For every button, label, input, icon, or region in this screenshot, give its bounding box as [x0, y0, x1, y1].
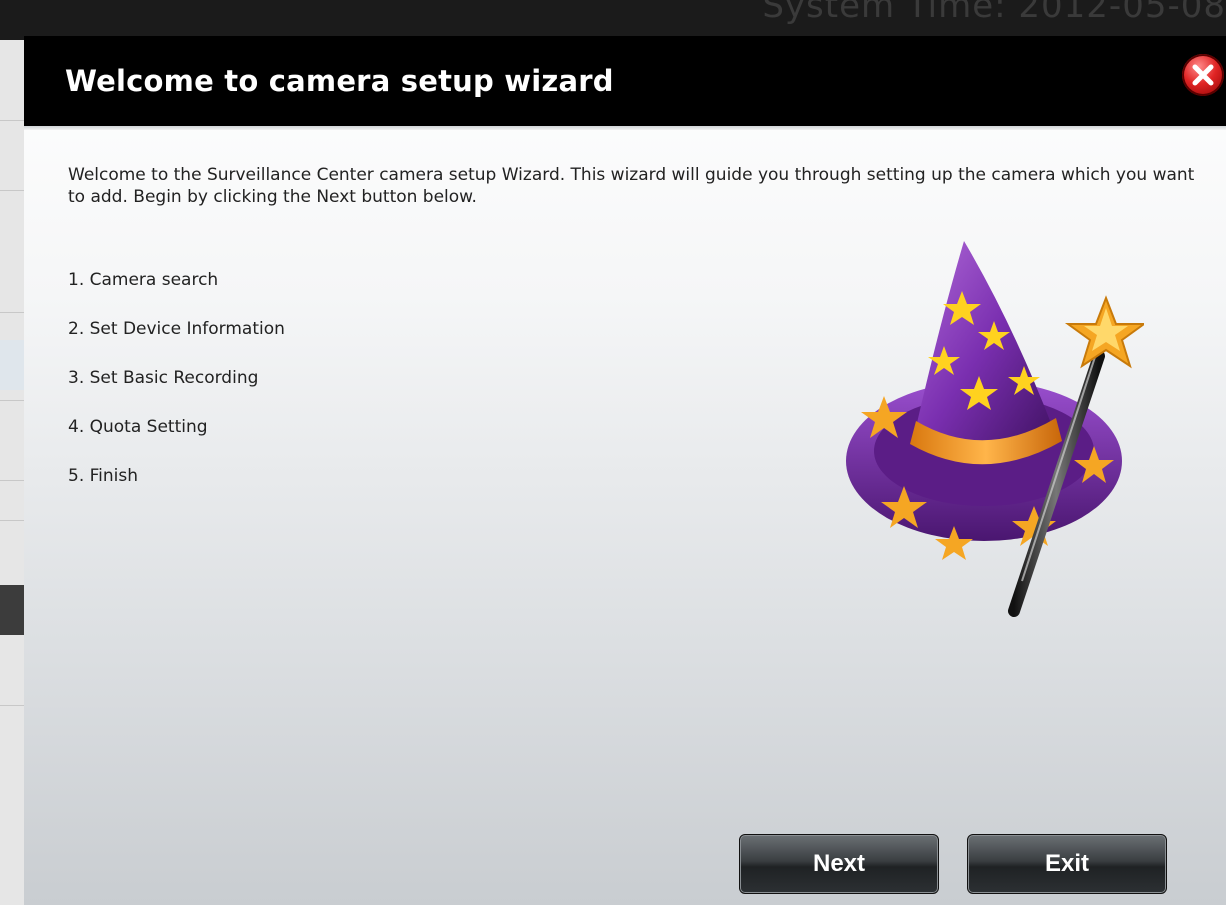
background-sidebar	[0, 40, 27, 905]
steps-list: 1. Camera search 2. Set Device Informati…	[68, 269, 285, 514]
divider	[0, 190, 26, 191]
step-item: 2. Set Device Information	[68, 319, 285, 339]
dialog-header: Welcome to camera setup wizard	[24, 36, 1226, 130]
divider	[0, 312, 26, 313]
background-row	[0, 585, 26, 635]
close-button[interactable]	[1182, 54, 1224, 96]
next-button[interactable]: Next	[739, 834, 939, 894]
step-item: 3. Set Basic Recording	[68, 368, 259, 388]
wizard-hat-wand-icon	[846, 241, 1144, 617]
intro-text: Welcome to the Surveillance Center camer…	[68, 165, 1195, 207]
divider	[0, 705, 26, 706]
step-item: 5. Finish	[68, 466, 139, 486]
step-item: 1. Camera search	[68, 270, 219, 290]
divider	[0, 520, 26, 521]
system-time: System Time: 2012-05-08	[762, 0, 1226, 26]
divider	[0, 400, 26, 401]
app-screen: System Time: 2012-05-08 Welcome to camer…	[0, 0, 1226, 905]
setup-wizard-dialog: Welcome to camera setup wizard Welcome t…	[24, 36, 1226, 905]
exit-button[interactable]: Exit	[967, 834, 1167, 894]
background-topbar: System Time: 2012-05-08	[0, 0, 1226, 40]
step-item: 4. Quota Setting	[68, 417, 208, 437]
background-row	[0, 340, 26, 390]
dialog-title: Welcome to camera setup wizard	[65, 64, 614, 98]
close-icon	[1192, 64, 1214, 86]
divider	[0, 120, 26, 121]
divider	[0, 480, 26, 481]
